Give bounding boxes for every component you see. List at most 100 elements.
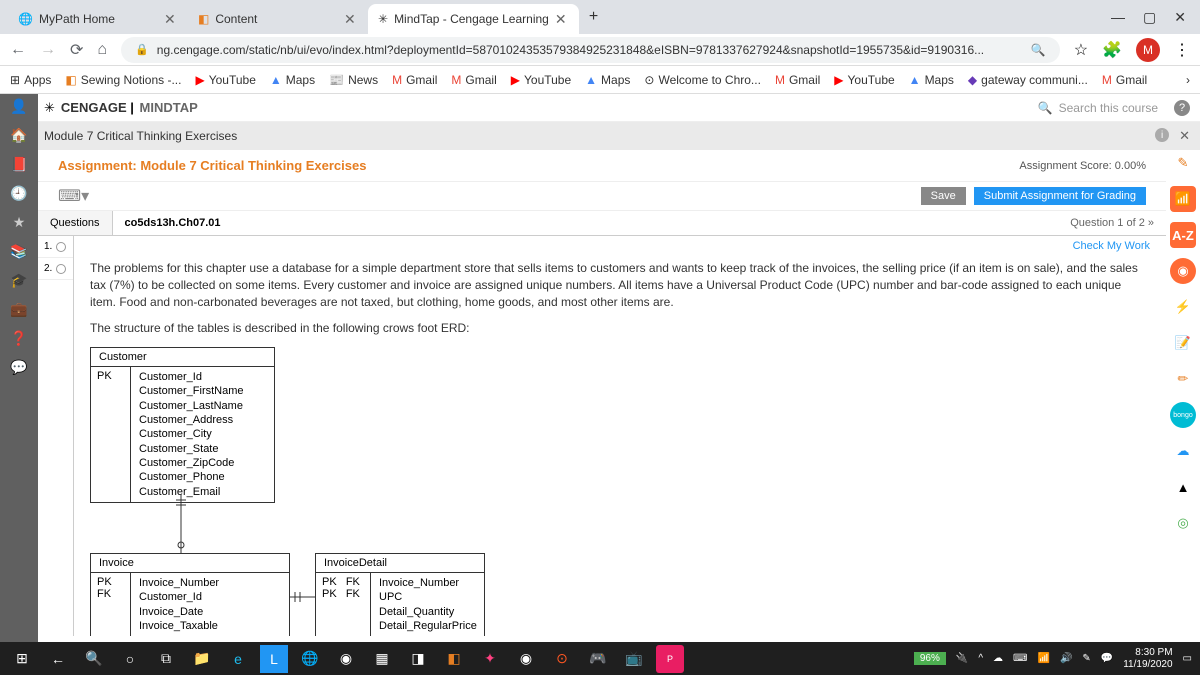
bookmark-youtube2[interactable]: ▶ YouTube <box>511 73 571 87</box>
bookmarks-bar: ⊞ Apps ◧ Sewing Notions -... ▶ YouTube ▲… <box>0 66 1200 94</box>
start-icon[interactable]: ⊞ <box>8 645 36 673</box>
bookmark-gmail4[interactable]: M Gmail <box>1102 73 1147 87</box>
search-course[interactable]: 🔍 Search this course ? <box>1038 100 1190 116</box>
tab-label: MyPath Home <box>39 12 115 26</box>
app5-icon[interactable]: ◉ <box>512 645 540 673</box>
search-icon[interactable]: 🔍 <box>80 645 108 673</box>
check-work-link[interactable]: Check My Work <box>1073 240 1150 252</box>
close-icon[interactable]: ✕ <box>344 11 358 28</box>
profile-badge[interactable]: M <box>1136 38 1160 62</box>
ie-icon[interactable]: e <box>224 645 252 673</box>
edit-icon[interactable]: ✎ <box>1170 150 1196 176</box>
cloud-icon[interactable]: ☁ <box>993 653 1003 664</box>
bookmark-youtube[interactable]: ▶ YouTube <box>195 73 255 87</box>
office-icon[interactable]: ◧ <box>440 645 468 673</box>
reload-icon[interactable]: ⟳ <box>70 40 83 60</box>
tab-mypath[interactable]: 🌐 MyPath Home ✕ <box>8 4 188 34</box>
library-icon[interactable]: 📚 <box>10 243 27 260</box>
bookmark-maps3[interactable]: ▲ Maps <box>909 73 954 87</box>
info-icon[interactable]: i <box>1155 128 1169 142</box>
edge-icon[interactable]: 🌐 <box>296 645 324 673</box>
close-window-icon[interactable]: ✕ <box>1174 9 1186 26</box>
apps-icon[interactable]: ⊞ Apps <box>10 73 51 87</box>
chat-icon[interactable]: 💬 <box>10 359 27 376</box>
chrome-icon[interactable]: ◉ <box>332 645 360 673</box>
app6-icon[interactable]: ⊙ <box>548 645 576 673</box>
app-icon[interactable]: L <box>260 645 288 673</box>
new-tab-icon[interactable]: + <box>579 8 608 26</box>
power-icon[interactable]: 🔌 <box>956 653 968 664</box>
bookmark-maps[interactable]: ▲ Maps <box>270 73 315 87</box>
back-icon[interactable]: ← <box>44 645 72 673</box>
clock-icon[interactable]: 🕘 <box>10 185 27 202</box>
submit-button[interactable]: Submit Assignment for Grading <box>974 187 1146 205</box>
az-tool[interactable]: A-Z <box>1170 222 1196 248</box>
keyboard-icon[interactable]: ⌨▾ <box>58 186 89 206</box>
app9-icon[interactable]: P <box>656 645 684 673</box>
help-icon[interactable]: ❓ <box>10 330 27 347</box>
bookmark-gmail[interactable]: M Gmail <box>392 73 437 87</box>
draw-icon[interactable]: ✏ <box>1170 366 1196 392</box>
cloud-icon[interactable]: ☁ <box>1170 438 1196 464</box>
notification-icon[interactable]: ▭ <box>1183 653 1192 664</box>
back-icon[interactable]: ← <box>10 41 26 59</box>
app3-icon[interactable]: ◨ <box>404 645 432 673</box>
bookmark-youtube3[interactable]: ▶ YouTube <box>834 73 894 87</box>
app2-icon[interactable]: ▦ <box>368 645 396 673</box>
close-icon[interactable]: ✕ <box>164 11 178 28</box>
close-icon[interactable]: ✕ <box>1179 128 1190 144</box>
app7-icon[interactable]: 🎮 <box>584 645 612 673</box>
bookmark-sewing[interactable]: ◧ Sewing Notions -... <box>65 73 181 87</box>
star-icon[interactable]: ★ <box>13 214 26 231</box>
bongo-icon[interactable]: bongo <box>1170 402 1196 428</box>
circle-icon[interactable]: ◉ <box>1170 258 1196 284</box>
keyboard-icon[interactable]: ⌨ <box>1013 653 1027 664</box>
forward-icon[interactable]: → <box>40 41 56 59</box>
bookmark-gmail3[interactable]: M Gmail <box>775 73 820 87</box>
question-item-2[interactable]: 2. <box>38 258 73 280</box>
bookmark-gateway[interactable]: ◆ gateway communi... <box>968 73 1088 87</box>
battery-indicator[interactable]: 96% <box>914 652 946 665</box>
overflow-icon[interactable]: › <box>1186 73 1190 87</box>
home-icon[interactable]: ⌂ <box>97 41 107 59</box>
search-icon[interactable]: 🔍 <box>1031 43 1046 57</box>
bookmark-chrome[interactable]: ⊙ Welcome to Chro... <box>644 73 761 87</box>
briefcase-icon[interactable]: 💼 <box>10 301 27 318</box>
wifi-icon[interactable]: 📶 <box>1037 653 1049 664</box>
grad-icon[interactable]: 🎓 <box>10 272 27 289</box>
chevron-up-icon[interactable]: ^ <box>978 653 983 664</box>
help-icon[interactable]: ? <box>1174 100 1190 116</box>
tab-content[interactable]: ◧ Content ✕ <box>188 4 368 34</box>
minimize-icon[interactable]: — <box>1111 9 1125 26</box>
app4-icon[interactable]: ✦ <box>476 645 504 673</box>
clock[interactable]: 8:30 PM 11/19/2020 <box>1123 647 1172 671</box>
url-bar[interactable]: 🔒 ng.cengage.com/static/nb/ui/evo/index.… <box>121 37 1060 63</box>
action-icon[interactable]: 💬 <box>1101 653 1113 664</box>
explorer-icon[interactable]: 📁 <box>188 645 216 673</box>
user-icon[interactable]: 👤 <box>10 98 27 115</box>
save-button[interactable]: Save <box>921 187 966 205</box>
rss-icon[interactable]: 📶 <box>1170 186 1196 212</box>
maximize-icon[interactable]: ▢ <box>1143 9 1156 26</box>
bookmark-news[interactable]: 📰 News <box>329 73 378 87</box>
flash-icon[interactable]: ⚡ <box>1170 294 1196 320</box>
pen-icon[interactable]: ✎ <box>1082 653 1090 664</box>
book-icon[interactable]: 📕 <box>10 156 27 173</box>
close-icon[interactable]: ✕ <box>555 11 569 28</box>
app8-icon[interactable]: 📺 <box>620 645 648 673</box>
volume-icon[interactable]: 🔊 <box>1060 653 1072 664</box>
cortana-icon[interactable]: ○ <box>116 645 144 673</box>
star-icon[interactable]: ☆ <box>1074 40 1088 60</box>
home-icon[interactable]: 🏠 <box>10 127 27 144</box>
bookmark-maps2[interactable]: ▲ Maps <box>585 73 630 87</box>
menu-icon[interactable]: ⋮ <box>1174 40 1190 60</box>
bookmark-gmail2[interactable]: M Gmail <box>451 73 496 87</box>
target-icon[interactable]: ◎ <box>1170 510 1196 536</box>
question-item-1[interactable]: 1. <box>38 236 73 258</box>
question-counter[interactable]: Question 1 of 2 » <box>1058 211 1166 235</box>
note-icon[interactable]: 📝 <box>1170 330 1196 356</box>
drive-icon[interactable]: ▲ <box>1170 474 1196 500</box>
extension-icon[interactable]: 🧩 <box>1102 40 1122 60</box>
tab-mindtap[interactable]: ✳ MindTap - Cengage Learning ✕ <box>368 4 579 34</box>
taskview-icon[interactable]: ⧉ <box>152 645 180 673</box>
